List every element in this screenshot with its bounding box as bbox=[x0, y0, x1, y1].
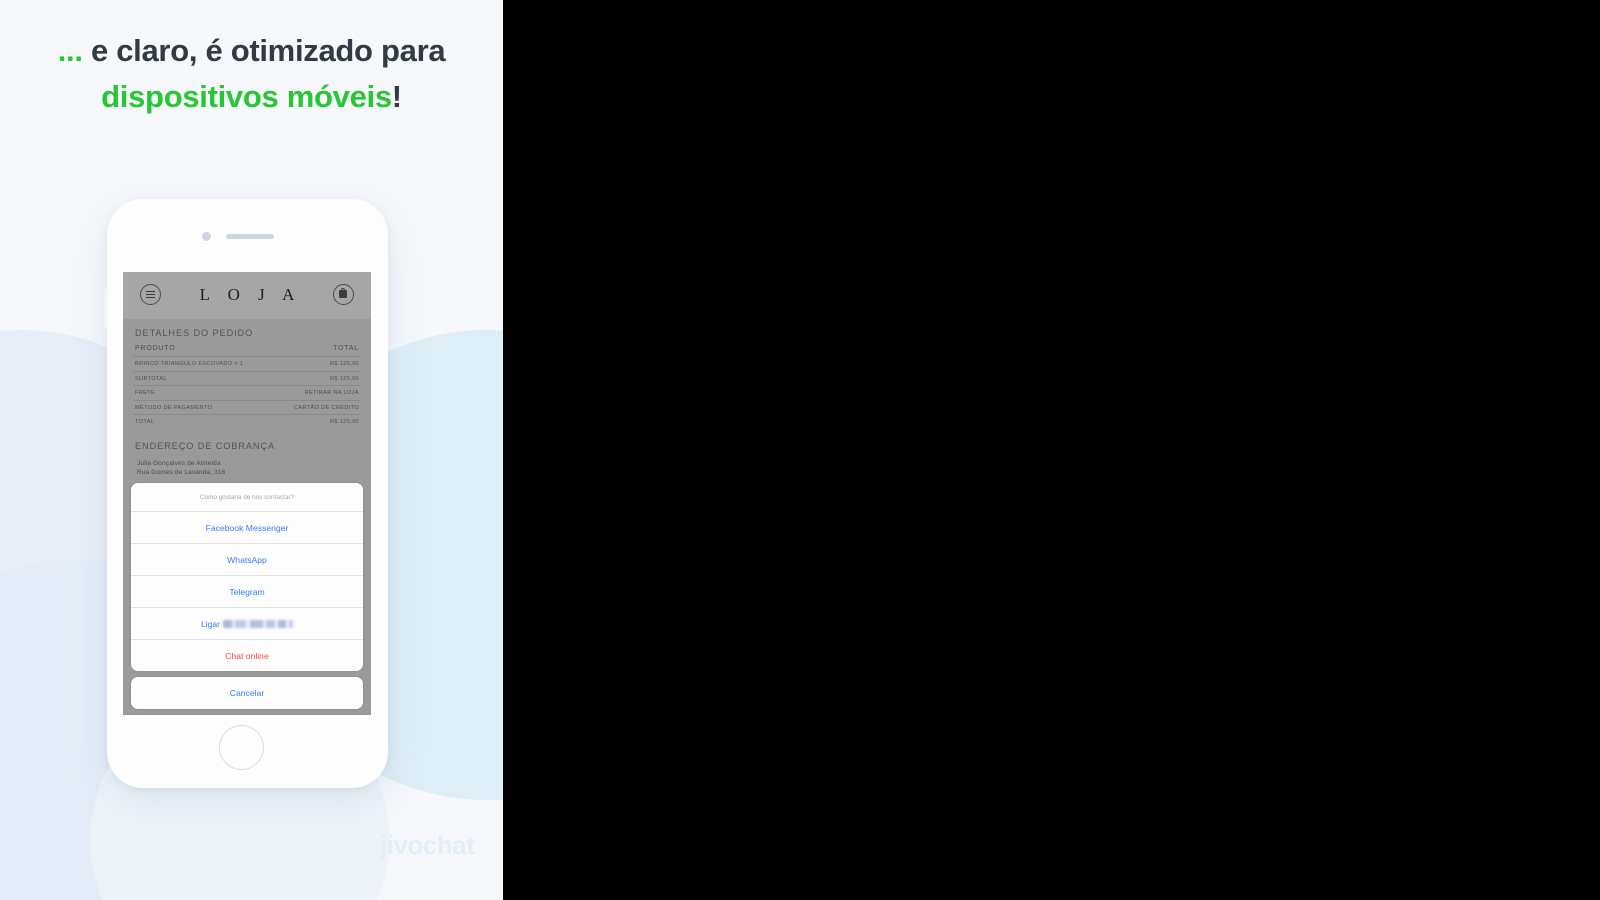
table-row: SUBTOTAL R$ 125,00 bbox=[133, 371, 361, 386]
action-sheet-option-call[interactable]: Ligar bbox=[131, 608, 363, 640]
screenshot-root: ... e claro, é otimizado para dispositiv… bbox=[0, 0, 1600, 900]
table-row: BRINCO TRIANGULO ESCOVADO × 1 R$ 125,00 bbox=[133, 356, 361, 372]
table-row: MÉTODO DE PAGAMENTO CARTÃO DE CRÉDITO bbox=[133, 400, 361, 415]
row-label: SUBTOTAL bbox=[133, 371, 275, 386]
phone-screen: L O J A DETALHES DO PEDIDO PRODUTO TOTAL bbox=[123, 272, 371, 715]
phone-front-camera bbox=[202, 232, 211, 241]
billing-section-title: ENDEREÇO DE COBRANÇA bbox=[135, 440, 276, 451]
table-row: FRETE RETIRAR NA LOJA bbox=[133, 385, 361, 401]
call-label: Ligar bbox=[200, 618, 221, 629]
store-header-bar: L O J A bbox=[123, 272, 371, 319]
jivochat-watermark: jivochat bbox=[380, 830, 475, 860]
screen-content: DETALHES DO PEDIDO PRODUTO TOTAL BRINCO … bbox=[123, 319, 371, 476]
billing-name: Julia Gonçalves de Almeida bbox=[137, 459, 221, 467]
row-label: MÉTODO DE PAGAMENTO bbox=[133, 400, 275, 415]
redacted-phone-number bbox=[223, 619, 294, 628]
headline-highlight: dispositivos móveis bbox=[101, 79, 392, 114]
row-label: FRETE bbox=[133, 385, 275, 401]
column-header-product: PRODUTO bbox=[133, 345, 275, 357]
row-value: R$ 125,00 bbox=[274, 371, 361, 386]
bag-glyph bbox=[339, 287, 348, 298]
left-content-panel: ... e claro, é otimizado para dispositiv… bbox=[0, 0, 503, 900]
action-sheet-option-whatsapp[interactable]: WhatsApp bbox=[131, 544, 363, 576]
phone-home-button[interactable] bbox=[219, 725, 264, 770]
order-details-table: PRODUTO TOTAL BRINCO TRIANGULO ESCOVADO … bbox=[133, 345, 361, 429]
action-sheet-option-online-chat[interactable]: Chat online bbox=[131, 640, 363, 671]
headline-dots: ... bbox=[57, 33, 83, 68]
row-value: RETIRAR NA LOJA bbox=[274, 385, 361, 401]
row-label: TOTAL bbox=[135, 419, 155, 425]
action-sheet-option-messenger[interactable]: Facebook Messenger bbox=[131, 512, 363, 544]
shopping-bag-icon[interactable] bbox=[333, 284, 354, 305]
billing-street: Rua Gomes de Lavanda, 316 bbox=[137, 468, 226, 476]
column-header-total: TOTAL bbox=[274, 345, 361, 357]
row-value: R$ 125,00 bbox=[330, 419, 359, 425]
action-sheet: Como gostaria de nos contactar? Facebook… bbox=[131, 483, 363, 671]
row-value: R$ 125,00 bbox=[274, 356, 361, 372]
table-header-row: PRODUTO TOTAL bbox=[133, 345, 361, 357]
action-sheet-title: Como gostaria de nos contactar? bbox=[131, 483, 363, 512]
row-label: BRINCO TRIANGULO ESCOVADO × 1 bbox=[133, 356, 275, 372]
headline-text-part1: e claro, é otimizado para bbox=[82, 33, 446, 68]
order-section-title: DETALHES DO PEDIDO bbox=[135, 328, 254, 338]
action-sheet-cancel-button[interactable]: Cancelar bbox=[131, 677, 363, 709]
action-sheet-container: Como gostaria de nos contactar? Facebook… bbox=[131, 483, 363, 709]
page-headline: ... e claro, é otimizado para dispositiv… bbox=[0, 28, 503, 120]
action-sheet-option-telegram[interactable]: Telegram bbox=[131, 576, 363, 608]
row-value: CARTÃO DE CRÉDITO bbox=[274, 400, 361, 415]
phone-earpiece-speaker bbox=[226, 234, 274, 239]
phone-mockup: L O J A DETALHES DO PEDIDO PRODUTO TOTAL bbox=[103, 199, 388, 788]
table-row: TOTAL R$ 125,00 bbox=[133, 415, 361, 429]
headline-text-part2: ! bbox=[391, 79, 402, 114]
phone-side-button bbox=[103, 289, 107, 329]
